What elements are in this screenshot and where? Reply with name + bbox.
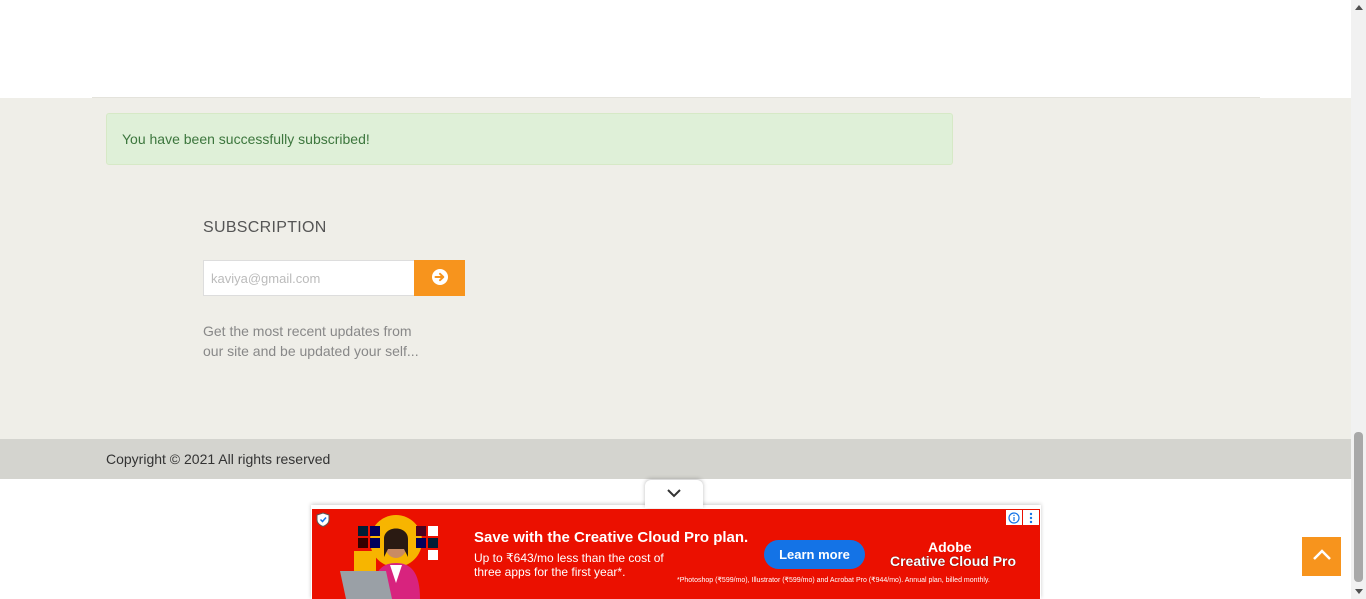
ad-subline: Up to ₹643/mo less than the cost of thre…	[474, 551, 664, 579]
ad-banner[interactable]: Save with the Creative Cloud Pro plan. U…	[312, 509, 1040, 599]
arrow-circle-right-icon	[431, 268, 449, 289]
chevron-up-icon	[1312, 548, 1332, 566]
shield-icon	[316, 512, 330, 532]
ad-fine-print: *Photoshop (₹599/mo), Illustrator (₹599/…	[677, 577, 990, 584]
page-top-area	[0, 0, 1351, 98]
success-alert: You have been successfully subscribed!	[106, 113, 953, 165]
subscribe-button[interactable]	[414, 260, 465, 296]
subscription-email-input[interactable]	[203, 260, 415, 296]
copyright-bar: Copyright © 2021 All rights reserved	[0, 439, 1351, 479]
page-scrollbar[interactable]	[1351, 0, 1366, 599]
success-alert-text: You have been successfully subscribed!	[122, 131, 370, 147]
more-options-icon[interactable]	[1023, 510, 1039, 525]
ad-choices[interactable]	[1006, 510, 1039, 525]
back-to-top-button[interactable]	[1302, 537, 1341, 576]
scroll-up-arrow-icon[interactable]	[1351, 0, 1366, 15]
ad-headline: Save with the Creative Cloud Pro plan.	[474, 529, 749, 546]
ad-illustration	[340, 515, 438, 599]
scrollbar-thumb[interactable]	[1354, 432, 1363, 582]
ad-collapse-button[interactable]	[645, 480, 703, 508]
subscription-description: Get the most recent updates from our sit…	[203, 323, 419, 359]
copyright-text: Copyright © 2021 All rights reserved	[106, 451, 331, 467]
scroll-down-arrow-icon[interactable]	[1351, 584, 1366, 599]
ad-learn-more-button[interactable]: Learn more	[764, 540, 865, 569]
footer-divider	[92, 97, 1260, 98]
subscription-title: SUBSCRIPTION	[203, 219, 327, 236]
info-icon[interactable]	[1006, 510, 1022, 525]
chevron-down-icon	[666, 485, 682, 503]
ad-product-name: Creative Cloud Pro	[890, 553, 1017, 569]
